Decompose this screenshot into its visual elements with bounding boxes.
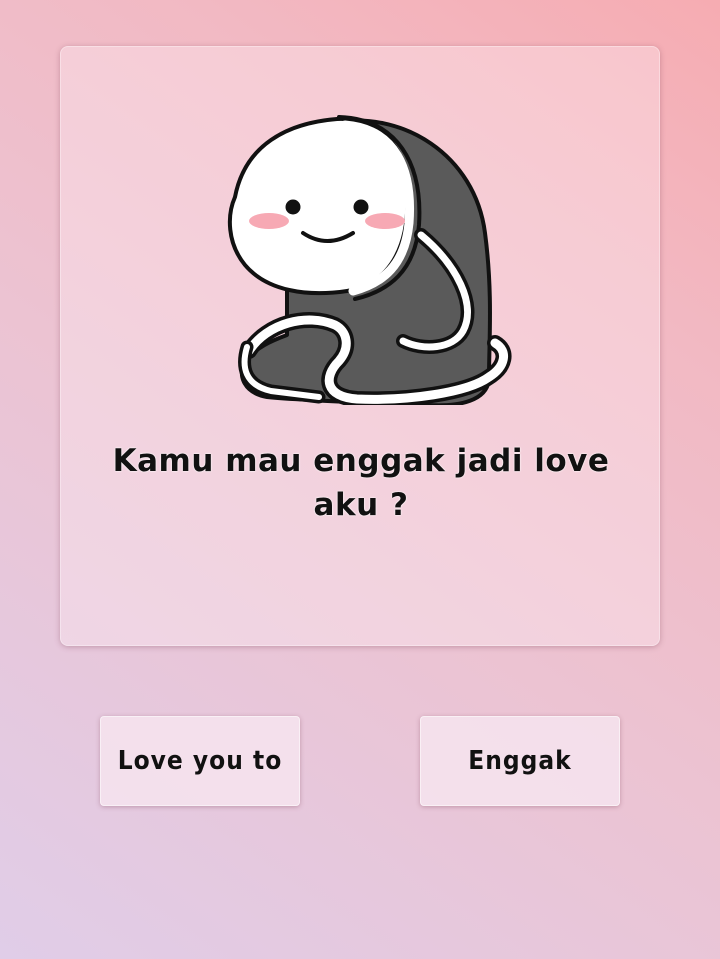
question-text: Kamu mau enggak jadi love aku ?	[112, 443, 610, 523]
blanket-mascot-icon	[227, 115, 512, 405]
enggak-button[interactable]: Enggak	[420, 716, 620, 806]
question-card: Kamu mau enggak jadi love aku ?	[60, 46, 660, 646]
love-you-button[interactable]: Love you to	[100, 716, 300, 806]
